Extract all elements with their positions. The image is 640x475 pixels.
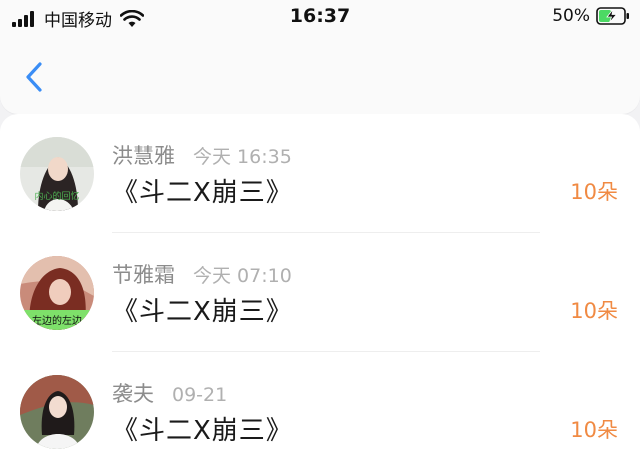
list-item[interactable]: 内心的回忆 洪慧雅 今天 16:35 《斗二X崩三》 10朵 <box>0 114 640 233</box>
avatar-caption: 内心的回忆 <box>34 190 79 202</box>
item-meta: 袭夫 09-21 <box>112 378 227 408</box>
timestamp: 今天 07:10 <box>193 265 292 287</box>
avatar[interactable]: 左边的左边 <box>20 256 94 330</box>
chevron-left-icon <box>26 62 42 92</box>
sender-name: 袭夫 <box>112 382 154 406</box>
sender-name: 洪慧雅 <box>112 144 175 168</box>
status-right: 50% <box>552 6 630 26</box>
timestamp: 09-21 <box>172 384 228 406</box>
timestamp: 今天 16:35 <box>193 146 292 168</box>
avatar[interactable] <box>20 375 94 449</box>
flower-count: 10朵 <box>570 299 618 323</box>
avatar-caption: 左边的左边 <box>32 314 82 327</box>
list-item[interactable]: 左边的左边 节雅霜 今天 07:10 《斗二X崩三》 10朵 <box>0 233 640 352</box>
list-item[interactable]: 袭夫 09-21 《斗二X崩三》 10朵 <box>0 352 640 471</box>
nav-bar <box>0 34 640 114</box>
book-title: 《斗二X崩三》 <box>112 297 293 327</box>
item-meta: 节雅霜 今天 07:10 <box>112 259 292 289</box>
flower-count: 10朵 <box>570 418 618 442</box>
status-time: 16:37 <box>289 5 351 27</box>
avatar[interactable]: 内心的回忆 <box>20 137 94 211</box>
message-list: 内心的回忆 洪慧雅 今天 16:35 《斗二X崩三》 10朵 左边的左边 节雅霜… <box>0 114 640 475</box>
sender-name: 节雅霜 <box>112 263 175 287</box>
flower-count: 10朵 <box>570 180 618 204</box>
back-button[interactable] <box>20 60 50 94</box>
item-meta: 洪慧雅 今天 16:35 <box>112 140 292 170</box>
battery-charging-icon <box>596 7 629 25</box>
book-title: 《斗二X崩三》 <box>112 416 293 446</box>
book-title: 《斗二X崩三》 <box>112 178 293 208</box>
battery-percentage: 50% <box>552 6 590 26</box>
status-bar: 中国移动 16:37 50% <box>0 0 640 34</box>
